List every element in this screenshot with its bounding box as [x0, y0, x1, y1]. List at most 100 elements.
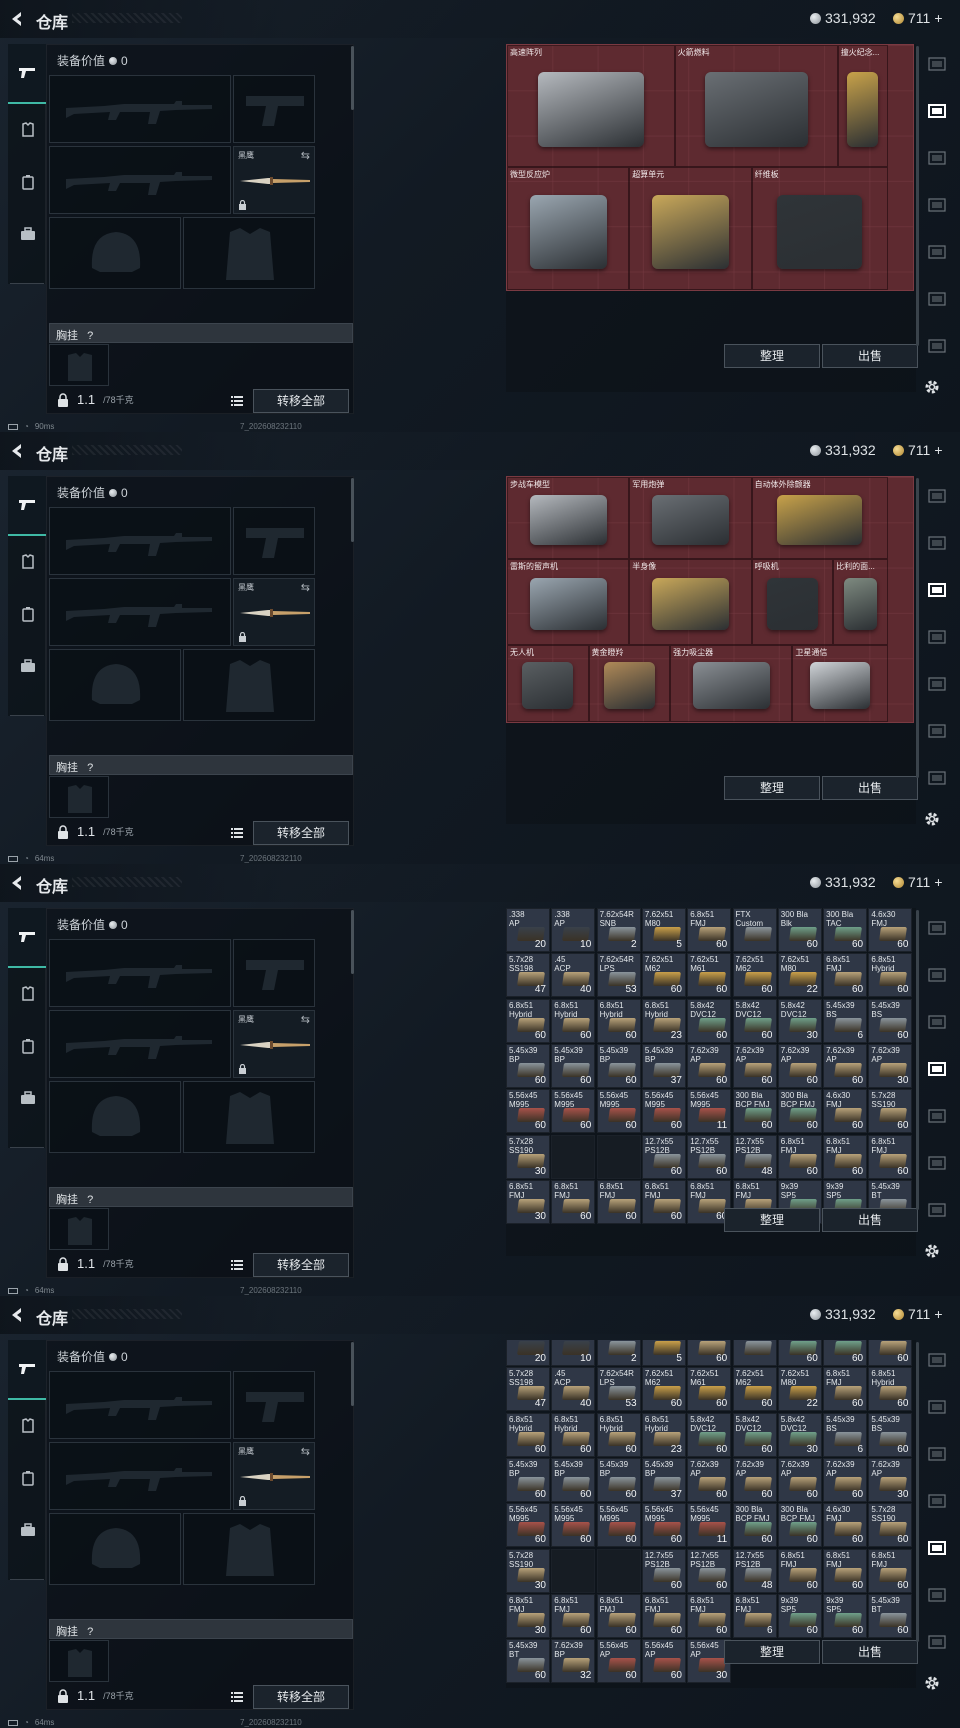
sell-button[interactable]: 出售 [822, 1640, 918, 1664]
ammo-item[interactable]: 7.62x54R SNB 2 [596, 1340, 641, 1366]
ammo-item[interactable]: 4.6x30 FMJ60 [868, 908, 913, 952]
ammo-item[interactable]: 300 Bla BCP FMJ 60 [777, 1503, 822, 1548]
sort-button[interactable]: 整理 [724, 1640, 820, 1664]
ammo-item[interactable]: .338 AP 20 [506, 1340, 550, 1366]
tab-weapons[interactable] [8, 476, 46, 536]
ammo-item[interactable]: 6.8x51 FMJ60 [641, 1179, 686, 1224]
ammo-item[interactable]: 300 Bla TAC 60 [823, 908, 868, 952]
equipment-scrollbar[interactable] [351, 1342, 354, 1406]
ammo-item[interactable]: 6.8x51 FMJ 30 [506, 1593, 550, 1638]
gold-add[interactable]: + [934, 1306, 942, 1322]
pistol-slot[interactable] [233, 507, 315, 575]
help-icon[interactable]: ? [87, 762, 93, 774]
ammo-item[interactable]: 4.6x30 FMJ60 [823, 1089, 868, 1134]
stash-page-tab[interactable] [923, 1196, 951, 1224]
stash-scrollbar[interactable] [916, 478, 919, 778]
helmet-slot[interactable] [49, 1513, 181, 1585]
ammo-item[interactable]: 5.45x39 BP 60 [506, 1457, 550, 1502]
ammo-item[interactable]: 6.8x51 FMJ60 [823, 1134, 868, 1179]
ammo-item[interactable]: 5.56x45 M995 60 [641, 1089, 686, 1134]
stash-item[interactable]: 军用炮弹 [629, 477, 752, 559]
stash-page-tab[interactable] [923, 191, 951, 219]
ammo-item[interactable]: 7.62x51 M62 60 [732, 1367, 777, 1412]
chest-rig-slot[interactable] [49, 776, 109, 818]
stash-page-tab[interactable] [923, 576, 951, 604]
equipment-scrollbar[interactable] [351, 46, 354, 110]
ammo-item[interactable]: 12.7x55 PS12B 60 [687, 1134, 732, 1179]
ammo-item[interactable]: 9x39 SP5 60 [777, 1593, 822, 1638]
stash-item[interactable]: 半身像 [629, 558, 752, 645]
tab-backpack[interactable] [14, 600, 42, 628]
help-icon[interactable]: ? [87, 1194, 93, 1206]
sort-button[interactable]: 整理 [724, 776, 820, 800]
stash-page-tab[interactable] [923, 1346, 951, 1374]
body-armor-slot[interactable] [183, 217, 315, 289]
ammo-item[interactable]: 5.45x39 BP 37 [641, 1457, 686, 1502]
tab-armor[interactable] [14, 116, 42, 144]
ammo-item[interactable]: 7.62x54R LPS 53 [596, 1367, 641, 1412]
secondary-weapon-slot[interactable] [49, 578, 231, 646]
sort-button[interactable]: 整理 [724, 1208, 820, 1232]
equipment-scrollbar[interactable] [351, 910, 354, 974]
ammo-item[interactable]: 7.62x39 AP 60 [777, 1457, 822, 1502]
ammo-item[interactable]: 5.8x42 DVC12 30 [777, 998, 822, 1043]
ammo-item[interactable]: 5.45x39 BS 60 [868, 1412, 913, 1457]
stash-page-tab[interactable] [923, 717, 951, 745]
tab-case[interactable] [14, 652, 42, 680]
ammo-item[interactable]: FTX Custom [732, 908, 777, 952]
ammo-item[interactable]: 5.56x45 M995 60 [551, 1089, 596, 1134]
ammo-item[interactable]: 5.56x45 AP 60 [596, 1639, 641, 1684]
ammo-item[interactable]: 5.45x39 BP 60 [506, 1043, 550, 1088]
stash-page-tab[interactable] [923, 1055, 951, 1083]
ammo-item[interactable]: 7.62x51 M62 60 [641, 953, 686, 998]
ammo-item[interactable]: 5.7x28 SS190 60 [868, 1503, 913, 1548]
ammo-item[interactable]: 6.8x51 FMJ60 [823, 953, 868, 998]
list-view-button[interactable] [227, 823, 247, 843]
stash-page-tab[interactable] [923, 97, 951, 125]
ammo-item[interactable]: 6.8x51 Hybrid 60 [551, 1412, 596, 1457]
gear-icon[interactable] [923, 378, 941, 396]
stash-item[interactable]: 自动体外除颤器 [751, 477, 888, 559]
gold-add[interactable]: + [934, 442, 942, 458]
stash-item[interactable]: 撞火纪念... [837, 45, 888, 168]
stash-item[interactable]: 步战车模型 [507, 477, 630, 559]
ammo-item[interactable]: 6.8x51 Hybrid 60 [868, 953, 913, 998]
ammo-item[interactable]: 5.56x45 M995 60 [506, 1089, 550, 1134]
ammo-item[interactable]: 6.8x51 Hybrid 60 [551, 998, 596, 1043]
stash-item[interactable]: 无人机 [507, 644, 589, 722]
stash-item[interactable]: 呼吸机 [751, 558, 834, 645]
stash-page-tab[interactable] [923, 1534, 951, 1562]
stash-scrollbar[interactable] [916, 1342, 919, 1642]
ammo-item[interactable]: 5.45x39 BT 60 [506, 1639, 550, 1684]
ammo-item[interactable]: 6.8x51 Hybrid 60 [506, 998, 550, 1043]
gold-add[interactable]: + [934, 10, 942, 26]
ammo-item[interactable]: 6.8x51 FMJ 6 [732, 1593, 777, 1638]
pistol-slot[interactable] [233, 939, 315, 1007]
secondary-weapon-slot[interactable] [49, 1442, 231, 1510]
ammo-item[interactable]: 7.62x39 BP 32 [551, 1639, 596, 1684]
stash-item[interactable]: 强力吸尘器 [670, 644, 793, 722]
ammo-item[interactable]: 9x39 SP5 60 [823, 1593, 868, 1638]
ammo-item[interactable]: 5.45x39 BP 60 [596, 1457, 641, 1502]
ammo-item[interactable]: 5.7x28 SS190 60 [868, 1089, 913, 1134]
ammo-item[interactable]: 5.8x42 DVC12 60 [687, 998, 732, 1043]
gold-currency[interactable]: 711 + [893, 874, 943, 890]
tab-weapons[interactable] [8, 1340, 46, 1400]
stash-item[interactable]: 火箭燃料 [674, 45, 838, 168]
ammo-item[interactable]: 6.8x51 FMJ60 [868, 1134, 913, 1179]
stash-page-tab[interactable] [923, 961, 951, 989]
ammo-item[interactable]: 6.8x51 Hybrid 60 [868, 1367, 913, 1412]
stash-page-tab[interactable] [923, 623, 951, 651]
stash-page-tab[interactable] [923, 1008, 951, 1036]
list-view-button[interactable] [227, 1687, 247, 1707]
primary-weapon-slot[interactable] [49, 75, 231, 143]
stash-page-tab[interactable] [923, 1102, 951, 1130]
ammo-item[interactable]: 7.62x39 AP 60 [687, 1457, 732, 1502]
ammo-item[interactable]: 6.8x51 FMJ60 [551, 1179, 596, 1224]
helmet-slot[interactable] [49, 1081, 181, 1153]
tab-backpack[interactable] [14, 1464, 42, 1492]
ammo-item[interactable]: 6.8x51 FMJ60 [596, 1593, 641, 1638]
back-arrow-icon[interactable] [8, 10, 26, 28]
help-icon[interactable]: ? [87, 330, 93, 342]
ammo-item[interactable]: 12.7x55 PS12B 60 [641, 1134, 686, 1179]
